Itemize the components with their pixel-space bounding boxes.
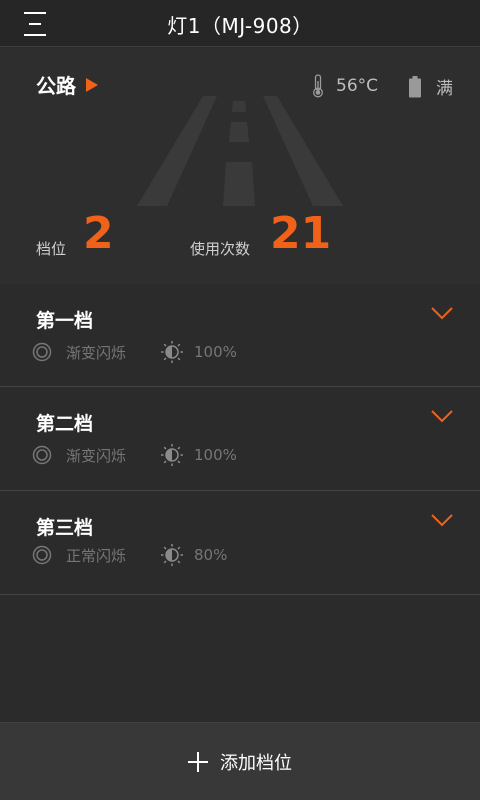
- gear-value: 2: [83, 208, 114, 259]
- gear-info: 正常闪烁 80%: [32, 543, 227, 567]
- play-arrow-icon: [86, 77, 98, 92]
- gear-info: 渐变闪烁 100%: [32, 443, 237, 467]
- chevron-down-icon[interactable]: [430, 409, 454, 423]
- gear-title: 第三档: [36, 517, 94, 539]
- temperature-indicator: 56°C: [312, 74, 378, 98]
- mode-selector[interactable]: 公路: [36, 70, 98, 99]
- gear-title: 第二档: [36, 413, 94, 435]
- brightness-icon: [161, 444, 183, 466]
- flash-mode-icon: [32, 445, 52, 465]
- flash-mode-text: 渐变闪烁: [66, 446, 127, 465]
- gear-label: 档位: [36, 240, 67, 258]
- battery-indicator: 满: [408, 74, 453, 99]
- mode-label: 公路: [36, 74, 76, 98]
- usage-count-value: 21: [270, 208, 332, 259]
- gear-item[interactable]: 第一档 渐变闪烁 100%: [0, 284, 480, 387]
- add-gear-label: 添加档位: [220, 752, 292, 774]
- brightness-icon: [161, 544, 183, 566]
- brightness-text: 80%: [194, 546, 228, 564]
- flash-mode-text: 正常闪烁: [66, 546, 127, 565]
- chevron-down-icon[interactable]: [430, 513, 454, 527]
- usage-count-label: 使用次数: [190, 240, 251, 258]
- flash-mode-text: 渐变闪烁: [66, 343, 127, 362]
- gear-info: 渐变闪烁 100%: [32, 340, 237, 364]
- flash-mode-icon: [32, 342, 52, 362]
- brightness-icon: [161, 341, 183, 363]
- gear-item[interactable]: 第三档 正常闪烁 80%: [0, 491, 480, 595]
- status-panel: 公路 56°C 满 档位 2 使用次数 21: [0, 48, 480, 284]
- plus-icon: [188, 751, 208, 772]
- add-gear-button[interactable]: 添加档位: [0, 722, 480, 800]
- battery-value: 满: [436, 79, 453, 99]
- gear-list: 第一档 渐变闪烁 100% 第二档 渐变闪烁 100% 第三档 正常闪烁 80%: [0, 284, 480, 595]
- temperature-value: 56°C: [336, 76, 379, 96]
- page-title: 灯1（MJ-908）: [167, 14, 313, 38]
- brightness-text: 100%: [194, 446, 237, 464]
- app-header: 灯1（MJ-908）: [0, 0, 480, 47]
- gear-title: 第一档: [36, 310, 94, 332]
- gear-item[interactable]: 第二档 渐变闪烁 100%: [0, 387, 480, 491]
- flash-mode-icon: [32, 545, 52, 565]
- brightness-text: 100%: [194, 343, 237, 361]
- battery-icon: [409, 75, 421, 97]
- thermometer-icon: [313, 74, 323, 98]
- chevron-down-icon[interactable]: [430, 306, 454, 320]
